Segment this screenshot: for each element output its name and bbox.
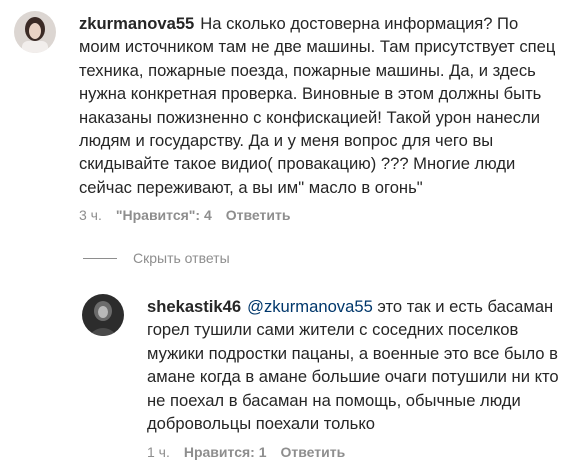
reply-time[interactable]: 1 ч. (147, 444, 170, 460)
reply-comment: shekastik46 @zkurmanova55 это так и есть … (0, 285, 581, 475)
comment-username[interactable]: zkurmanova55 (79, 14, 194, 33)
likes-count[interactable]: Нравится: 1 (184, 444, 267, 460)
comment: zkurmanova55 На сколько достоверна информ… (0, 0, 581, 240)
comment-meta: 3 ч. "Нравится": 4 Ответить (79, 207, 304, 223)
reply-body: shekastik46 @zkurmanova55 это так и есть … (147, 295, 572, 435)
divider-line (83, 257, 117, 259)
avatar[interactable] (14, 11, 56, 53)
comment-body: zkurmanova55 На сколько достоверна информ… (79, 12, 559, 199)
comment-time[interactable]: 3 ч. (79, 207, 102, 223)
reply-username[interactable]: shekastik46 (147, 297, 241, 316)
reply-button[interactable]: Ответить (226, 207, 291, 223)
likes-count[interactable]: "Нравится": 4 (116, 207, 212, 223)
reply-text: это так и есть басаман горел тушили сами… (147, 297, 559, 434)
mention-link[interactable]: @zkurmanova55 (247, 297, 373, 316)
comment-text: На сколько достоверна информация? По мои… (79, 14, 556, 197)
reply-button[interactable]: Ответить (281, 444, 346, 460)
avatar[interactable] (82, 294, 124, 336)
reply-meta: 1 ч. Нравится: 1 Ответить (147, 444, 359, 460)
hide-replies-label: Скрыть ответы (133, 250, 230, 266)
hide-replies-button[interactable]: Скрыть ответы (83, 250, 230, 266)
